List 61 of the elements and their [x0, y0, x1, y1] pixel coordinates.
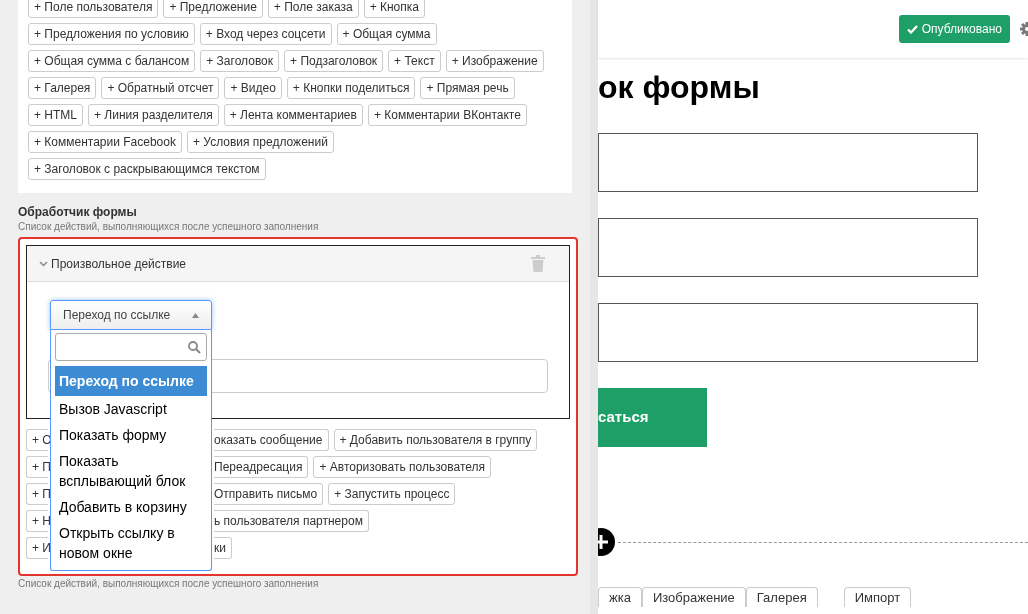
add-element-button[interactable]: + Вход через соцсети: [199, 23, 332, 45]
action-title[interactable]: Произвольное действие: [51, 254, 187, 273]
add-element-button[interactable]: ь пользователя партнером: [214, 510, 369, 532]
add-element-button[interactable]: + Текст: [388, 50, 441, 72]
add-element-button[interactable]: + П: [26, 483, 48, 505]
add-element-button[interactable]: + Видео: [224, 77, 282, 99]
caret-icon: [192, 312, 199, 318]
tab[interactable]: жка: [598, 587, 642, 607]
add-element-button[interactable]: + Заголовок с раскрывающимся текстом: [28, 158, 266, 180]
hint-text: Список действий, выполняющихся после успешного заполнения: [18, 221, 319, 233]
add-element-button[interactable]: + Добавить пользователя в группу: [333, 429, 538, 451]
add-element-button[interactable]: + Лента комментариев: [223, 104, 363, 126]
add-element-button[interactable]: Отправить письмо: [214, 483, 324, 505]
dropdown-option[interactable]: Показать всплывающий блок: [55, 448, 207, 494]
hint-text: Список действий, выполняющихся после успешного заполнения: [18, 578, 319, 590]
select-field[interactable]: Переход по ссылке: [50, 300, 212, 330]
add-element-button[interactable]: + Комментарии Facebook: [28, 131, 182, 153]
dropdown-option[interactable]: Переход по ссылке: [55, 366, 207, 396]
search-icon: [188, 340, 201, 354]
add-element-button[interactable]: + Поле заказа: [267, 0, 359, 18]
add-element-button[interactable]: + И: [26, 537, 48, 559]
dropdown-option[interactable]: Показать форму: [55, 422, 207, 448]
search-field[interactable]: [55, 333, 207, 361]
tab[interactable]: Галерея: [745, 587, 818, 607]
add-element-button[interactable]: + Общая сумма с балансом: [28, 50, 196, 72]
add-element-button[interactable]: + Заголовок: [200, 50, 280, 72]
add-icon[interactable]: [598, 527, 618, 557]
add-element-button[interactable]: + Кнопка: [363, 0, 425, 18]
add-element-button[interactable]: ки: [214, 537, 232, 559]
add-element-button[interactable]: + Галерея: [28, 77, 97, 99]
add-element-button[interactable]: + Комментарии ВКонтакте: [367, 104, 527, 126]
add-element-button[interactable]: оказать сообщение: [214, 429, 329, 451]
add-element-button[interactable]: + Н: [26, 510, 48, 532]
add-element-button[interactable]: + Авторизовать пользователя: [313, 456, 492, 478]
add-element-button[interactable]: + Поле пользователя: [28, 0, 159, 18]
add-element-button[interactable]: + Общая сумма: [336, 23, 437, 45]
add-element-button[interactable]: + Предложение: [163, 0, 263, 18]
add-element-button[interactable]: + Кнопки поделиться: [286, 77, 416, 99]
add-element-button[interactable]: + Прямая речь: [420, 77, 515, 99]
input-field[interactable]: [598, 133, 978, 192]
add-element-button[interactable]: + Условия предложений: [186, 131, 334, 153]
form-heading: ок формы: [598, 68, 760, 107]
add-element-button[interactable]: Переадресация: [214, 456, 309, 478]
add-element-button[interactable]: + Подзаголовок: [284, 50, 384, 72]
dropdown-option[interactable]: Вызов Javascript: [55, 396, 207, 422]
dropdown-option[interactable]: Добавить в корзину: [55, 494, 207, 520]
input-field[interactable]: [598, 218, 978, 277]
add-element-button[interactable]: + Предложения по условию: [28, 23, 195, 45]
section-title: Обработчик формы: [18, 205, 138, 219]
dropdown-option[interactable]: Открыть ссылку в новом окне: [55, 520, 207, 566]
add-element-button[interactable]: + Обратный отсчет: [101, 77, 220, 99]
check-icon: [906, 24, 918, 34]
add-element-button[interactable]: + П: [26, 456, 48, 478]
add-element-button[interactable]: + Изображение: [445, 50, 544, 72]
chevron-icon[interactable]: [39, 260, 48, 267]
add-element-button[interactable]: + Запустить процесс: [328, 483, 456, 505]
tab[interactable]: Изображение: [641, 587, 746, 607]
add-element-button[interactable]: + Линия разделителя: [88, 104, 219, 126]
add-element-button[interactable]: + HTML: [28, 104, 83, 126]
tab[interactable]: Импорт: [843, 587, 912, 607]
input-field[interactable]: [598, 303, 978, 362]
